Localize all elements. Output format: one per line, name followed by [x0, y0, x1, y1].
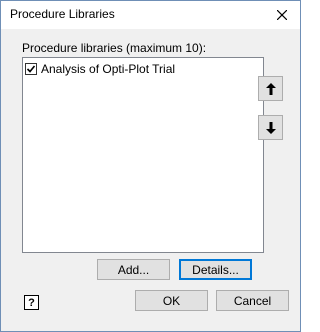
move-up-button[interactable] [258, 76, 283, 101]
arrow-up-icon [265, 82, 276, 95]
dialog-title: Procedure Libraries [10, 7, 115, 21]
details-button[interactable]: Details... [179, 259, 252, 280]
title-bar: Procedure Libraries [1, 1, 300, 29]
add-button[interactable]: Add... [97, 259, 170, 280]
libraries-listbox[interactable]: Analysis of Opti-Plot Trial [22, 57, 264, 253]
libraries-list-label: Procedure libraries (maximum 10): [22, 41, 207, 55]
cancel-button[interactable]: Cancel [216, 290, 289, 311]
close-icon [277, 10, 287, 20]
ok-button[interactable]: OK [135, 290, 208, 311]
arrow-down-icon [265, 121, 276, 134]
help-button[interactable]: ? [24, 295, 39, 310]
close-button[interactable] [264, 1, 300, 29]
list-item[interactable]: Analysis of Opti-Plot Trial [25, 61, 175, 77]
list-item-label: Analysis of Opti-Plot Trial [41, 62, 176, 76]
checkmark-icon [26, 65, 36, 73]
move-down-button[interactable] [258, 115, 283, 140]
library-checkbox[interactable] [25, 63, 37, 75]
procedure-libraries-dialog: Procedure Libraries Procedure libraries … [0, 0, 301, 332]
